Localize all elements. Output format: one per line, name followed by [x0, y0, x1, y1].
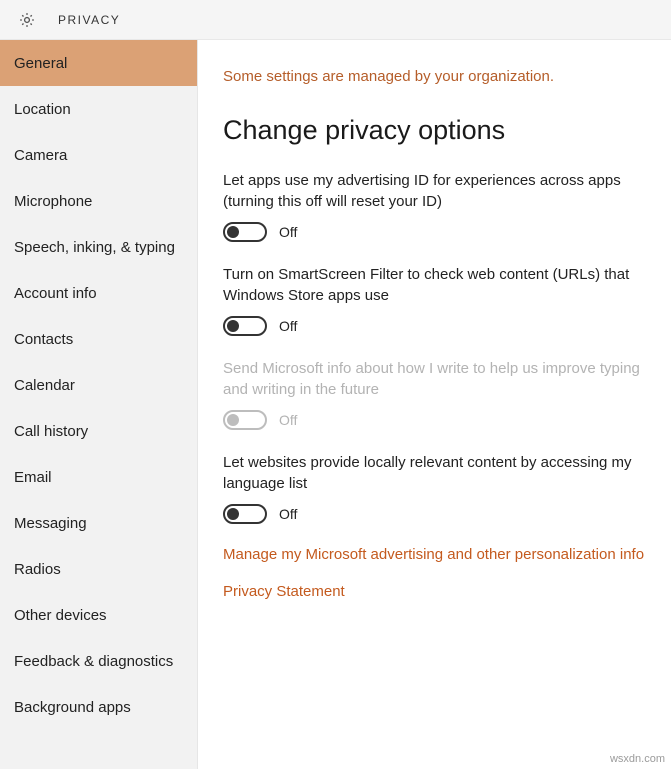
main-panel: Some settings are managed by your organi… [198, 40, 671, 769]
setting-writing-info: Send Microsoft info about how I write to… [223, 358, 661, 430]
setting-label: Send Microsoft info about how I write to… [223, 358, 653, 400]
sidebar-item-label: General [14, 55, 67, 72]
sidebar-item-radios[interactable]: Radios [0, 546, 197, 592]
watermark: wsxdn.com [610, 753, 665, 765]
container: General Location Camera Microphone Speec… [0, 40, 671, 769]
managed-note: Some settings are managed by your organi… [223, 68, 661, 85]
sidebar-item-label: Call history [14, 423, 88, 440]
toggle-row: Off [223, 504, 661, 524]
sidebar-item-label: Calendar [14, 377, 75, 394]
sidebar-item-label: Location [14, 101, 71, 118]
sidebar-item-label: Feedback & diagnostics [14, 653, 173, 670]
sidebar: General Location Camera Microphone Speec… [0, 40, 198, 769]
toggle-state: Off [279, 412, 297, 428]
section-heading: Change privacy options [223, 115, 661, 146]
setting-smartscreen: Turn on SmartScreen Filter to check web … [223, 264, 661, 336]
sidebar-item-speech[interactable]: Speech, inking, & typing [0, 224, 197, 270]
sidebar-item-contacts[interactable]: Contacts [0, 316, 197, 362]
sidebar-item-microphone[interactable]: Microphone [0, 178, 197, 224]
sidebar-item-label: Speech, inking, & typing [14, 239, 175, 256]
toggle-smartscreen[interactable] [223, 316, 267, 336]
sidebar-item-label: Messaging [14, 515, 87, 532]
sidebar-item-label: Other devices [14, 607, 107, 624]
sidebar-item-label: Camera [14, 147, 67, 164]
toggle-language-list[interactable] [223, 504, 267, 524]
sidebar-item-label: Microphone [14, 193, 92, 210]
sidebar-item-messaging[interactable]: Messaging [0, 500, 197, 546]
setting-label: Turn on SmartScreen Filter to check web … [223, 264, 653, 306]
toggle-state: Off [279, 224, 297, 240]
sidebar-item-backgroundapps[interactable]: Background apps [0, 684, 197, 730]
sidebar-item-account[interactable]: Account info [0, 270, 197, 316]
sidebar-item-label: Account info [14, 285, 97, 302]
setting-label: Let websites provide locally relevant co… [223, 452, 653, 494]
toggle-writing-info [223, 410, 267, 430]
setting-label: Let apps use my advertising ID for exper… [223, 170, 653, 212]
sidebar-item-calendar[interactable]: Calendar [0, 362, 197, 408]
setting-advertising-id: Let apps use my advertising ID for exper… [223, 170, 661, 242]
gear-icon[interactable] [18, 11, 36, 29]
sidebar-item-label: Email [14, 469, 52, 486]
sidebar-item-callhistory[interactable]: Call history [0, 408, 197, 454]
toggle-advertising-id[interactable] [223, 222, 267, 242]
sidebar-item-label: Contacts [14, 331, 73, 348]
sidebar-item-general[interactable]: General [0, 40, 197, 86]
toggle-state: Off [279, 318, 297, 334]
toggle-row: Off [223, 316, 661, 336]
sidebar-item-location[interactable]: Location [0, 86, 197, 132]
sidebar-item-otherdevices[interactable]: Other devices [0, 592, 197, 638]
toggle-state: Off [279, 506, 297, 522]
sidebar-item-feedback[interactable]: Feedback & diagnostics [0, 638, 197, 684]
toggle-row: Off [223, 410, 661, 430]
sidebar-item-label: Radios [14, 561, 61, 578]
link-privacy-statement[interactable]: Privacy Statement [223, 583, 661, 600]
toggle-row: Off [223, 222, 661, 242]
setting-language-list: Let websites provide locally relevant co… [223, 452, 661, 524]
link-manage-advertising[interactable]: Manage my Microsoft advertising and othe… [223, 546, 661, 563]
sidebar-item-email[interactable]: Email [0, 454, 197, 500]
sidebar-item-camera[interactable]: Camera [0, 132, 197, 178]
sidebar-item-label: Background apps [14, 699, 131, 716]
header: PRIVACY [0, 0, 671, 40]
header-title: PRIVACY [58, 13, 120, 27]
